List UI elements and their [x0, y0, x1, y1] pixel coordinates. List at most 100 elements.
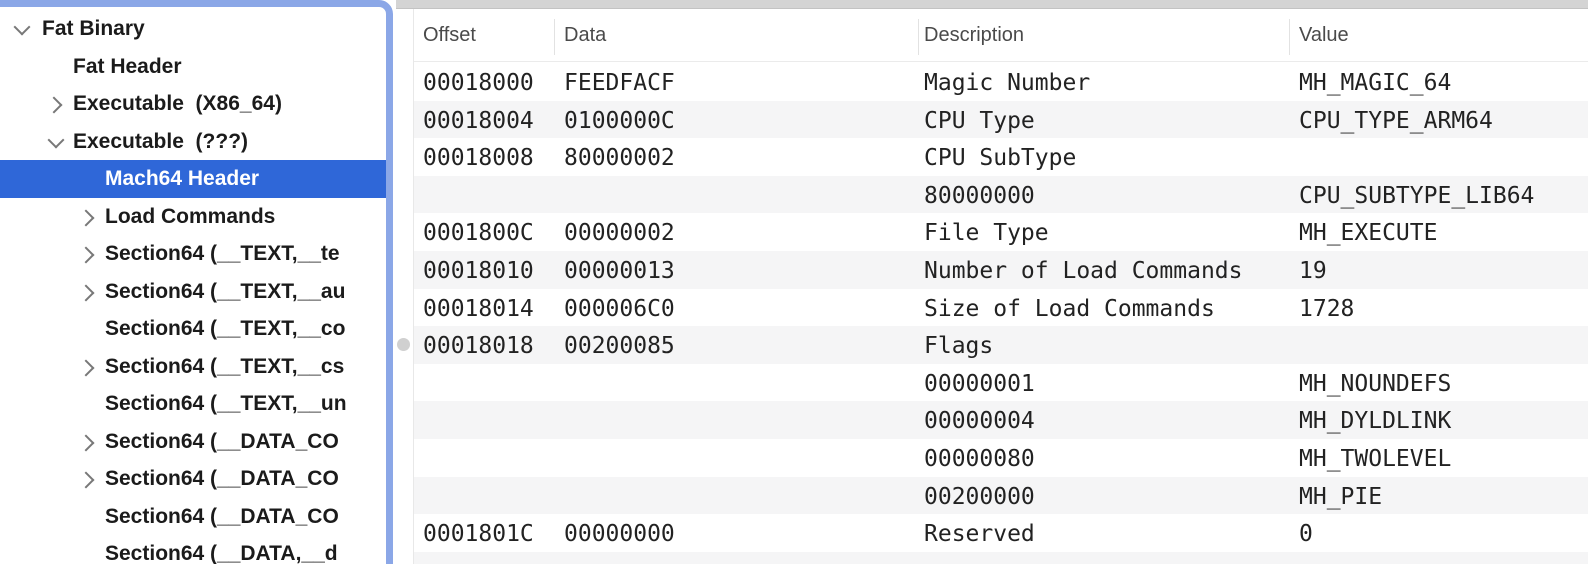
sidebar-item-label: Section64 (__DATA,__d	[105, 535, 338, 564]
cell-data: 000006C0	[564, 289, 675, 327]
sidebar-item-section64-text-au[interactable]: Section64 (__TEXT,__au	[0, 273, 386, 311]
cell-data: 00000000	[564, 514, 675, 552]
cell-data: 80000002	[564, 138, 675, 176]
cell-description: CPU Type	[924, 101, 1035, 139]
cell-description: CPU SubType	[924, 138, 1076, 176]
cell-value: CPU_SUBTYPE_LIB64	[1299, 176, 1534, 214]
cell-offset: 00018004	[423, 101, 534, 139]
cell-offset: 00018008	[423, 138, 534, 176]
chevron-down-icon[interactable]	[44, 123, 70, 161]
sidebar-item-section64-data-co[interactable]: Section64 (__DATA_CO	[0, 423, 386, 461]
sidebar-item-section64-text-te[interactable]: Section64 (__TEXT,__te	[0, 235, 386, 273]
cell-value: MH_PIE	[1299, 477, 1382, 515]
cell-description: Size of Load Commands	[924, 289, 1215, 327]
cell-value: MH_MAGIC_64	[1299, 63, 1451, 101]
cell-description: Reserved	[924, 514, 1035, 552]
detail-table: Offset Data Description Value 00018000 FEEDF…	[413, 9, 1588, 564]
sidebar-item-label: Section64 (__DATA_CO	[105, 498, 339, 536]
cell-description: 80000000	[924, 176, 1035, 214]
table-row[interactable]: 00200000MH_PIE	[414, 477, 1588, 515]
cell-value: MH_DYLDLINK	[1299, 401, 1451, 439]
cell-description: File Type	[924, 213, 1049, 251]
sidebar-item-label: Section64 (__TEXT,__un	[105, 385, 347, 423]
table-row[interactable]: 00018010 00000013 Number of Load Commands 1…	[414, 251, 1588, 289]
column-divider	[554, 19, 555, 55]
cell-description: 00000004	[924, 401, 1035, 439]
column-header-offset[interactable]: Offset	[423, 9, 476, 62]
sidebar-item-label: Section64 (__DATA_CO	[105, 423, 339, 461]
chevron-right-icon[interactable]	[76, 348, 102, 386]
column-header-value[interactable]: Value	[1299, 9, 1349, 62]
column-header-data[interactable]: Data	[564, 9, 606, 62]
cell-data: 00000013	[564, 251, 675, 289]
sidebar-item-section64-text-cs[interactable]: Section64 (__TEXT,__cs	[0, 348, 386, 386]
sidebar-item-section64-text-co[interactable]: Section64 (__TEXT,__co	[0, 310, 386, 348]
table-body: 00018000FEEDFACFMagic NumberMH_MAGIC_640…	[414, 63, 1588, 564]
sidebar-item-label: Section64 (__TEXT,__te	[105, 235, 340, 273]
cell-offset: 00018000	[423, 63, 534, 101]
table-row[interactable]: 00000001 MH_NOUNDEFS	[414, 364, 1588, 402]
table-row[interactable]: 00018008 80000002 CPU SubType	[414, 138, 1588, 176]
table-header-row: Offset Data Description Value	[414, 9, 1588, 62]
sidebar-item-label: Executable (???)	[73, 123, 248, 161]
cell-value: 0	[1299, 514, 1313, 552]
chevron-right-icon[interactable]	[76, 423, 102, 461]
sidebar-item-section64-data-d[interactable]: Section64 (__DATA,__d	[0, 535, 386, 564]
cell-offset: 00018010	[423, 251, 534, 289]
pane-splitter-handle[interactable]	[397, 338, 410, 351]
sidebar-item-label: Fat Header	[73, 48, 182, 86]
table-row[interactable]: 00018000 FEEDFACF Magic Number MH_MAGIC_64	[414, 63, 1588, 101]
table-row[interactable]: 0001800C00000002File TypeMH_EXECUTE	[414, 213, 1588, 251]
cell-value: MH_NOUNDEFS	[1299, 364, 1451, 402]
cell-offset: 00018014	[423, 289, 534, 327]
table-row[interactable]: 00000004 MH_DYLDLINK	[414, 401, 1588, 439]
table-row[interactable]: 80000000 CPU_SUBTYPE_LIB64	[414, 176, 1588, 214]
sidebar-item-section64-text-un[interactable]: Section64 (__TEXT,__un	[0, 385, 386, 423]
chevron-right-icon[interactable]	[76, 460, 102, 498]
chevron-right-icon[interactable]	[76, 198, 102, 236]
toolbar-bottom-strip	[396, 0, 1588, 9]
cell-value: MH_EXECUTE	[1299, 213, 1437, 251]
cell-description: 00000080	[924, 439, 1035, 477]
sidebar-item-mach64-header[interactable]: Mach64 Header	[0, 160, 386, 198]
sidebar-item-section64-data-co[interactable]: Section64 (__DATA_CO	[0, 460, 386, 498]
sidebar-item-label: Executable (X86_64)	[73, 85, 282, 123]
sidebar-item-label: Section64 (__TEXT,__au	[105, 273, 345, 311]
sidebar-item-fat-binary[interactable]: Fat Binary	[0, 10, 386, 48]
cell-data: FEEDFACF	[564, 63, 675, 101]
table-row-partial	[414, 552, 1588, 564]
cell-value: 1728	[1299, 289, 1354, 327]
cell-offset: 0001800C	[423, 213, 534, 251]
table-row[interactable]: 00000080 MH_TWOLEVEL	[414, 439, 1588, 477]
cell-data: 00200085	[564, 326, 675, 364]
table-row[interactable]: 0001801C 00000000 Reserved 0	[414, 514, 1588, 552]
chevron-right-icon[interactable]	[76, 235, 102, 273]
mach-o-viewer-window: Fat BinaryFat HeaderExecutable (X86_64)E…	[0, 0, 1588, 564]
cell-description: Number of Load Commands	[924, 251, 1243, 289]
sidebar-item-executable[interactable]: Executable (???)	[0, 123, 386, 161]
chevron-right-icon[interactable]	[44, 85, 70, 123]
sidebar-item-label: Section64 (__DATA_CO	[105, 460, 339, 498]
sidebar-item-label: Load Commands	[105, 198, 275, 236]
sidebar-item-label: Fat Binary	[42, 10, 145, 48]
outline-tree: Fat BinaryFat HeaderExecutable (X86_64)E…	[0, 10, 386, 564]
sidebar-item-section64-data-co[interactable]: Section64 (__DATA_CO	[0, 498, 386, 536]
cell-offset: 0001801C	[423, 514, 534, 552]
table-row[interactable]: 0001801800200085Flags	[414, 326, 1588, 364]
sidebar-item-label: Section64 (__TEXT,__co	[105, 310, 345, 348]
chevron-down-icon[interactable]	[10, 10, 36, 48]
sidebar-item-label: Section64 (__TEXT,__cs	[105, 348, 344, 386]
column-header-description[interactable]: Description	[924, 9, 1024, 62]
cell-description: 00000001	[924, 364, 1035, 402]
outline-sidebar: Fat BinaryFat HeaderExecutable (X86_64)E…	[0, 0, 386, 564]
table-row[interactable]: 000180040100000CCPU TypeCPU_TYPE_ARM64	[414, 101, 1588, 139]
cell-offset: 00018018	[423, 326, 534, 364]
chevron-right-icon[interactable]	[76, 273, 102, 311]
sidebar-item-load-commands[interactable]: Load Commands	[0, 198, 386, 236]
sidebar-item-executable-x86-64[interactable]: Executable (X86_64)	[0, 85, 386, 123]
table-row[interactable]: 00018014 000006C0 Size of Load Commands 172…	[414, 289, 1588, 327]
cell-value: MH_TWOLEVEL	[1299, 439, 1451, 477]
cell-value: 19	[1299, 251, 1327, 289]
sidebar-item-fat-header[interactable]: Fat Header	[0, 48, 386, 86]
cell-description: Magic Number	[924, 63, 1090, 101]
